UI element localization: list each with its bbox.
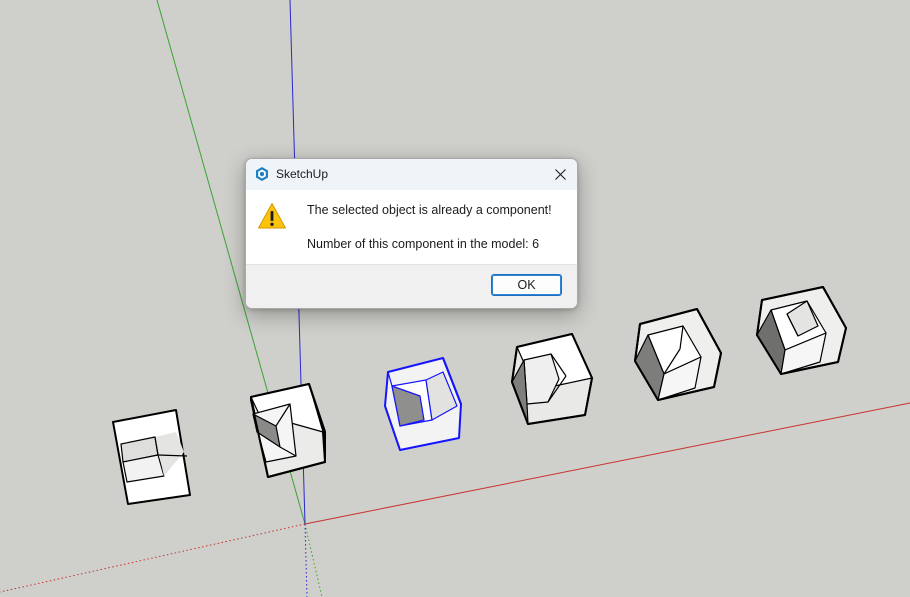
- dialog-title: SketchUp: [276, 167, 329, 181]
- dialog-content: The selected object is already a compone…: [246, 190, 577, 264]
- close-button[interactable]: [543, 159, 577, 189]
- dialog-message: The selected object is already a compone…: [307, 203, 552, 217]
- close-icon: [554, 168, 566, 180]
- dialog-detail: Number of this component in the model: 6: [307, 237, 540, 251]
- warning-icon: [258, 203, 286, 229]
- ok-button[interactable]: OK: [491, 274, 562, 296]
- dialog-titlebar: SketchUp: [246, 159, 577, 190]
- sketchup-logo-icon: [256, 167, 268, 181]
- component-instance-1[interactable]: [112, 409, 191, 505]
- sketchup-dialog: SketchUp The selected object is already …: [245, 158, 578, 309]
- dialog-footer: OK: [246, 264, 577, 308]
